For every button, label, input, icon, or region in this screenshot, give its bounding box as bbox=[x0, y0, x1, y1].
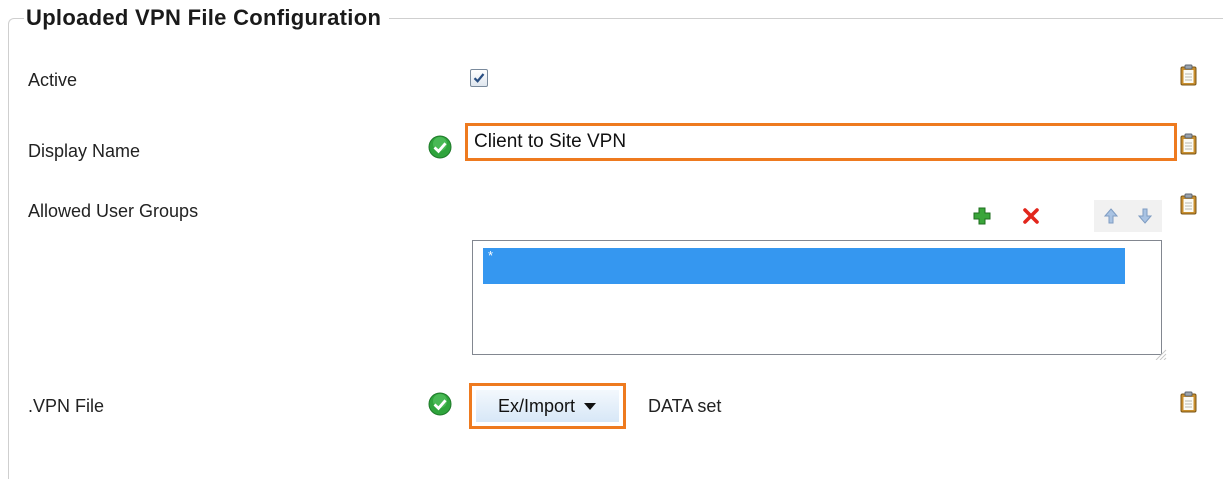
ex-import-button[interactable]: Ex/Import bbox=[476, 390, 619, 422]
arrow-up-icon bbox=[1104, 208, 1118, 224]
ex-import-label: Ex/Import bbox=[497, 395, 576, 416]
clipboard-icon[interactable] bbox=[1180, 133, 1197, 155]
chevron-down-icon bbox=[584, 403, 597, 410]
allowed-user-groups-label: Allowed User Groups bbox=[28, 201, 199, 221]
vpn-file-status: DATA set bbox=[648, 396, 722, 416]
list-item[interactable]: * bbox=[483, 248, 1125, 284]
section-title: Uploaded VPN File Configuration bbox=[24, 5, 390, 31]
active-label: Active bbox=[28, 70, 78, 90]
active-checkbox[interactable] bbox=[470, 69, 488, 87]
checkmark-icon bbox=[473, 73, 485, 83]
display-name-input[interactable]: Client to Site VPN bbox=[465, 123, 1177, 161]
valid-check-icon bbox=[428, 392, 452, 416]
clipboard-icon[interactable] bbox=[1180, 391, 1197, 413]
move-down-button[interactable] bbox=[1128, 200, 1162, 232]
clipboard-icon[interactable] bbox=[1180, 64, 1197, 86]
ex-import-highlight: Ex/Import bbox=[469, 383, 626, 429]
arrow-down-icon bbox=[1138, 208, 1152, 224]
valid-check-icon bbox=[428, 135, 452, 159]
vpn-file-label: .VPN File bbox=[28, 396, 105, 416]
display-name-label: Display Name bbox=[28, 141, 141, 161]
plus-icon bbox=[973, 207, 991, 225]
clipboard-icon[interactable] bbox=[1180, 193, 1197, 215]
resize-grip-icon[interactable] bbox=[1153, 348, 1167, 360]
user-groups-listbox[interactable]: * bbox=[472, 240, 1162, 355]
remove-group-button[interactable] bbox=[1014, 200, 1048, 232]
add-group-button[interactable] bbox=[965, 200, 999, 232]
delete-icon bbox=[1023, 208, 1039, 224]
move-up-button[interactable] bbox=[1094, 200, 1128, 232]
